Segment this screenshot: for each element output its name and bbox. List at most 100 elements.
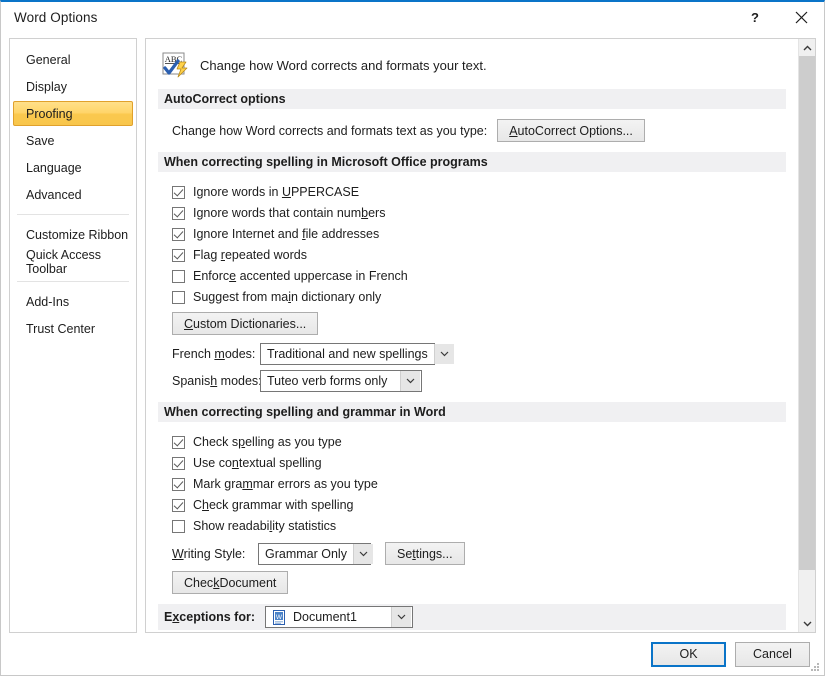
office-spelling-option-row[interactable]: Ignore Internet and file addresses bbox=[158, 224, 786, 244]
content-scrollbar[interactable] bbox=[798, 39, 815, 632]
office-spelling-option-checkbox[interactable] bbox=[172, 185, 185, 199]
custom-dictionaries-button[interactable]: Custom Dictionaries... bbox=[172, 312, 319, 335]
word-grammar-option-row[interactable]: Check spelling as you type bbox=[158, 432, 786, 452]
check-document-button[interactable]: Chec k Document bbox=[172, 571, 289, 594]
office-spelling-option-label: Ignore words that contain numbers bbox=[193, 206, 386, 220]
chevron-down-icon bbox=[433, 344, 454, 364]
sidebar-separator bbox=[17, 281, 129, 282]
office-spelling-checkbox-list: Ignore words in UPPERCASE Ignore words th… bbox=[158, 182, 786, 307]
office-spelling-option-label: Ignore Internet and file addresses bbox=[193, 227, 380, 241]
word-grammar-option-label: Use contextual spelling bbox=[193, 456, 322, 470]
section-header-exceptions: Exceptions for: W Document1 bbox=[158, 604, 786, 630]
autocorrect-row: Change how Word corrects and formats tex… bbox=[158, 119, 786, 142]
office-spelling-option-checkbox[interactable] bbox=[172, 290, 185, 304]
word-grammar-option-row[interactable]: Show readability statistics bbox=[158, 516, 786, 536]
word-grammar-option-checkbox[interactable] bbox=[172, 477, 185, 491]
help-button[interactable]: ? bbox=[732, 2, 778, 32]
word-grammar-option-label: Show readability statistics bbox=[193, 519, 337, 533]
sidebar-separator bbox=[17, 214, 129, 215]
office-spelling-option-row[interactable]: Suggest from main dictionary only bbox=[158, 287, 786, 307]
writing-style-dropdown[interactable]: Grammar Only bbox=[258, 542, 373, 565]
exceptions-document-dropdown[interactable]: W Document1 bbox=[265, 606, 413, 628]
word-grammar-option-label: Check grammar with spelling bbox=[193, 498, 354, 512]
sidebar-group-addins: Add-Ins Trust Center bbox=[10, 288, 136, 342]
office-spelling-option-row[interactable]: Ignore words in UPPERCASE bbox=[158, 182, 786, 202]
sidebar-item-proofing[interactable]: Proofing bbox=[13, 101, 133, 126]
sidebar-item-save[interactable]: Save bbox=[12, 127, 134, 154]
content-scroll-viewport: ABC Change how Word corrects and formats… bbox=[146, 39, 798, 632]
office-spelling-option-row[interactable]: Ignore words that contain numbers bbox=[158, 203, 786, 223]
office-spelling-option-checkbox[interactable] bbox=[172, 248, 185, 262]
french-modes-dropdown[interactable]: Traditional and new spellings bbox=[260, 343, 454, 365]
french-modes-value: Traditional and new spellings bbox=[267, 347, 428, 361]
office-spelling-option-checkbox[interactable] bbox=[172, 227, 185, 241]
spanish-modes-label: Spanish modes: bbox=[172, 374, 262, 388]
autocorrect-description: Change how Word corrects and formats tex… bbox=[172, 123, 488, 138]
sidebar-item-trust-center[interactable]: Trust Center bbox=[12, 315, 134, 342]
office-spelling-option-label: Flag repeated words bbox=[193, 248, 307, 262]
cancel-button[interactable]: Cancel bbox=[735, 641, 810, 667]
word-grammar-option-checkbox[interactable] bbox=[172, 456, 185, 470]
office-spelling-option-label: Enforce accented uppercase in French bbox=[193, 269, 408, 283]
sidebar-item-advanced[interactable]: Advanced bbox=[12, 181, 134, 208]
word-grammar-option-row[interactable]: Check grammar with spelling bbox=[158, 495, 786, 515]
check-document-row: Chec k Document bbox=[158, 571, 786, 594]
content-panel: ABC Change how Word corrects and formats… bbox=[145, 38, 816, 633]
chevron-down-icon bbox=[803, 621, 811, 626]
writing-style-value: Grammar Only bbox=[265, 546, 347, 561]
scrollbar-track[interactable] bbox=[799, 56, 815, 615]
title-bar: Word Options ? bbox=[1, 2, 824, 32]
word-grammar-option-row[interactable]: Use contextual spelling bbox=[158, 453, 786, 473]
sidebar-item-add-ins[interactable]: Add-Ins bbox=[12, 288, 134, 315]
sidebar-group-main: General Display Proofing Save Language A… bbox=[10, 46, 136, 208]
word-grammar-option-label: Mark grammar errors as you type bbox=[193, 477, 378, 491]
word-grammar-option-label: Check spelling as you type bbox=[193, 435, 342, 449]
word-grammar-option-checkbox[interactable] bbox=[172, 519, 185, 533]
office-spelling-option-label: Suggest from main dictionary only bbox=[193, 290, 382, 304]
word-grammar-checkbox-list: Check spelling as you type Use contextual… bbox=[158, 432, 786, 536]
french-modes-label: French modes: bbox=[172, 347, 256, 361]
office-spelling-option-label: Ignore words in UPPERCASE bbox=[193, 185, 360, 199]
sidebar-item-quick-access-toolbar[interactable]: Quick Access Toolbar bbox=[12, 248, 134, 276]
scroll-down-button[interactable] bbox=[799, 615, 815, 632]
office-spelling-option-checkbox[interactable] bbox=[172, 269, 185, 283]
sidebar-nav: General Display Proofing Save Language A… bbox=[9, 38, 137, 633]
section-header-word-grammar: When correcting spelling and grammar in … bbox=[158, 402, 786, 422]
sidebar-item-customize-ribbon[interactable]: Customize Ribbon bbox=[12, 221, 134, 248]
pane-header-text: Change how Word corrects and formats you… bbox=[200, 57, 487, 73]
word-grammar-option-row[interactable]: Mark grammar errors as you type bbox=[158, 474, 786, 494]
sidebar-item-general[interactable]: General bbox=[12, 46, 134, 73]
window-title: Word Options bbox=[14, 9, 98, 25]
word-document-icon: W bbox=[273, 609, 285, 625]
writing-style-row: Writing Style: Grammar Only Se t tings... bbox=[158, 542, 786, 565]
chevron-down-icon bbox=[391, 607, 411, 627]
spanish-modes-value: Tuteo verb forms only bbox=[267, 374, 388, 388]
content-inner: ABC Change how Word corrects and formats… bbox=[146, 39, 798, 632]
custom-dictionaries-row: Custom Dictionaries... bbox=[158, 312, 786, 335]
pane-header: ABC Change how Word corrects and formats… bbox=[160, 51, 786, 79]
sidebar-item-display[interactable]: Display bbox=[12, 73, 134, 100]
scroll-up-button[interactable] bbox=[799, 39, 815, 56]
title-bar-buttons: ? bbox=[732, 2, 824, 32]
ok-button[interactable]: OK bbox=[651, 641, 726, 667]
autocorrect-options-button[interactable]: AutoCorrect Options... bbox=[497, 119, 645, 142]
french-modes-row: French modes: Traditional and new spelli… bbox=[158, 343, 786, 365]
close-button[interactable] bbox=[778, 2, 824, 32]
grammar-settings-button[interactable]: Se t tings... bbox=[385, 542, 465, 565]
word-grammar-option-checkbox[interactable] bbox=[172, 435, 185, 449]
writing-style-label: Writing Style: bbox=[172, 546, 246, 561]
sidebar-item-language[interactable]: Language bbox=[12, 154, 134, 181]
word-options-dialog: Word Options ? General Display Proofing … bbox=[0, 0, 825, 676]
section-header-autocorrect: AutoCorrect options bbox=[158, 89, 786, 109]
close-icon bbox=[795, 11, 807, 23]
chevron-down-icon bbox=[400, 371, 420, 391]
office-spelling-option-row[interactable]: Flag repeated words bbox=[158, 245, 786, 265]
spanish-modes-dropdown[interactable]: Tuteo verb forms only bbox=[260, 370, 422, 392]
word-grammar-option-checkbox[interactable] bbox=[172, 498, 185, 512]
office-spelling-option-row[interactable]: Enforce accented uppercase in French bbox=[158, 266, 786, 286]
exceptions-for-label: Exceptions for: bbox=[164, 610, 255, 624]
scrollbar-thumb[interactable] bbox=[799, 56, 815, 571]
resize-grip-icon bbox=[811, 663, 819, 671]
dialog-footer: OK Cancel bbox=[1, 633, 824, 675]
office-spelling-option-checkbox[interactable] bbox=[172, 206, 185, 220]
